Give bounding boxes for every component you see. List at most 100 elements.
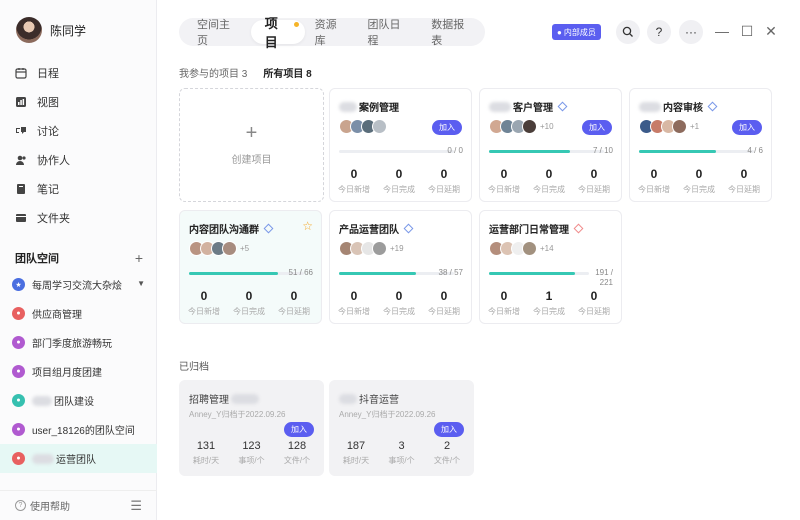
user-name: 陈同学 [50,23,87,38]
project-title: 内容团队沟通群 [189,225,259,236]
team-item[interactable]: ● user_18126的团队空间 [0,415,157,444]
project-stats: 0 今日新增 0 今日完成 0 今日延期 [333,167,465,195]
sidebar-item-view[interactable]: 视图 [0,87,157,116]
project-card[interactable]: 客户管理 +10 加入 7 / 10 0 今日新增 0 今日完成 0 今日延期 [479,88,622,202]
help-button[interactable]: ? [647,20,671,44]
project-title-wrap: 内容审核 [639,99,718,114]
team-icon: ● [12,307,25,320]
team-icon: ★ [12,278,25,291]
stat-value: 1 [545,289,553,303]
stat-label: 今日延期 [578,307,610,316]
menu-icon[interactable]: ☰ [130,498,142,514]
member-avatars: +5 [189,241,249,256]
redacted-text [32,453,54,464]
stat-duration: 131 耗时/天 [185,440,227,466]
sidebar-item-discussion[interactable]: 讨论 [0,116,157,145]
stat-new: 0 今日新增 [483,167,525,195]
member-avatars: +19 [339,241,404,256]
project-card[interactable]: 内容审核 +1 加入 4 / 6 0 今日新增 0 今日完成 0 今日延期 [629,88,772,202]
user-profile[interactable]: 陈同学 [16,17,86,43]
stat-label: 今日新增 [488,307,520,316]
tab-team-schedule[interactable]: 团队日程 [357,18,421,47]
sidebar-nav: 日程 视图 讨论 协作人 笔记 文件夹 [0,58,157,232]
tab-reports[interactable]: 数据报表 [421,18,485,47]
sidebar-item-label: 视图 [37,96,59,109]
member-avatars: +1 [639,119,699,134]
archived-stats: 187 耗时/天 3 事项/个 2 文件/个 [335,440,468,466]
team-item-active[interactable]: ● 运营团队 [0,444,157,473]
sidebar-item-folders[interactable]: 文件夹 [0,203,157,232]
project-card[interactable]: 产品运营团队 +19 38 / 57 0 今日新增 0 今日完成 0 今日延期 [329,210,472,324]
team-item[interactable]: ● 团队建设 [0,386,157,415]
join-button[interactable]: 加入 [434,422,464,437]
team-item[interactable]: ● 供应商管理 [0,299,157,328]
more-button[interactable]: ··· [679,20,703,44]
archived-card[interactable]: 招聘管理 Anney_Y归档于2022.09.26 加入 131 耗时/天 123… [179,380,324,476]
avatar-count: +14 [540,244,554,253]
team-item[interactable]: ● 项目组月度团建 [0,357,157,386]
stat-label: 今日延期 [578,185,610,194]
stat-label: 今日延期 [728,185,760,194]
diamond-icon [557,101,568,112]
archived-card[interactable]: 抖音运营 Anney_Y归档于2022.09.26 加入 187 耗时/天 3 事项… [329,380,474,476]
diamond-icon [403,223,414,234]
tab-resources[interactable]: 资源库 [305,18,358,47]
sidebar-item-notes[interactable]: 笔记 [0,174,157,203]
join-button[interactable]: 加入 [582,120,612,135]
redacted-text [339,393,357,404]
project-card[interactable]: 案例管理 加入 0 / 0 0 今日新增 0 今日完成 0 今日延期 [329,88,472,202]
stat-value: 0 [245,289,253,303]
archived-stats: 131 耗时/天 123 事项/个 128 文件/个 [185,440,318,466]
help-link[interactable]: ? 使用帮助 [15,498,70,513]
stat-files: 2 文件/个 [426,440,468,466]
project-stats: 0 今日新增 0 今日完成 0 今日延期 [483,167,615,195]
stat-done: 0 今日完成 [228,289,270,317]
maximize-button[interactable]: ☐ [738,22,756,40]
stat-label: 今日延期 [428,307,460,316]
stat-label: 今日完成 [383,307,415,316]
sidebar-item-collaborators[interactable]: 协作人 [0,145,157,174]
avatar[interactable] [16,17,42,43]
search-icon [622,26,633,37]
project-card[interactable]: 运营部门日常管理 +14 191 / 221 0 今日新增 1 今日完成 0 今日延期 [479,210,622,324]
progress-bar [339,150,454,153]
stat-label: 今日完成 [533,185,565,194]
search-button[interactable] [616,20,640,44]
stat-delayed: 0 今日延期 [423,167,465,195]
team-item[interactable]: ● 部门季度旅游畅玩 [0,328,157,357]
progress-fill [189,272,278,275]
stat-new: 0 今日新增 [483,289,525,317]
stat-done: 1 今日完成 [528,289,570,317]
minimize-button[interactable]: — [713,22,731,40]
progress-bar [189,272,304,275]
add-team-button[interactable]: + [135,250,143,266]
archived-title: 已归档 [179,362,209,373]
caret-down-icon[interactable]: ▼ [137,279,145,288]
stat-value: 0 [650,167,658,181]
sidebar-item-schedule[interactable]: 日程 [0,58,157,87]
filter-all[interactable]: 所有项目 8 [263,65,311,80]
star-icon[interactable]: ☆ [302,219,313,233]
sidebar-item-label: 协作人 [37,154,70,167]
member-badge[interactable]: ● 内部成员 [552,24,601,40]
redacted-text [339,101,357,112]
redacted-text [231,393,259,404]
team-item-label: 团队建设 [54,397,94,408]
tab-space-home[interactable]: 空间主页 [187,18,251,47]
filter-mine[interactable]: 我参与的项目 3 [179,65,247,80]
join-button[interactable]: 加入 [284,422,314,437]
progress-fill [339,272,417,275]
project-card[interactable]: 内容团队沟通群 ☆ +5 51 / 66 0 今日新增 0 今日完成 0 今日延期 [179,210,322,324]
project-title-wrap: 内容团队沟通群 [189,221,274,236]
team-item[interactable]: ★ 每周学习交流大杂烩 ▼ [0,270,157,299]
diamond-icon [707,101,718,112]
project-stats: 0 今日新增 0 今日完成 0 今日延期 [633,167,765,195]
progress-text: 0 / 0 [447,146,463,155]
team-space-title: 团队空间 [15,253,59,265]
join-button[interactable]: 加入 [732,120,762,135]
join-button[interactable]: 加入 [432,120,462,135]
redacted-text [32,395,52,406]
create-project-card[interactable]: + 创建项目 [179,88,324,202]
tab-projects[interactable]: 项目 [250,16,305,50]
close-button[interactable]: ✕ [762,22,780,40]
